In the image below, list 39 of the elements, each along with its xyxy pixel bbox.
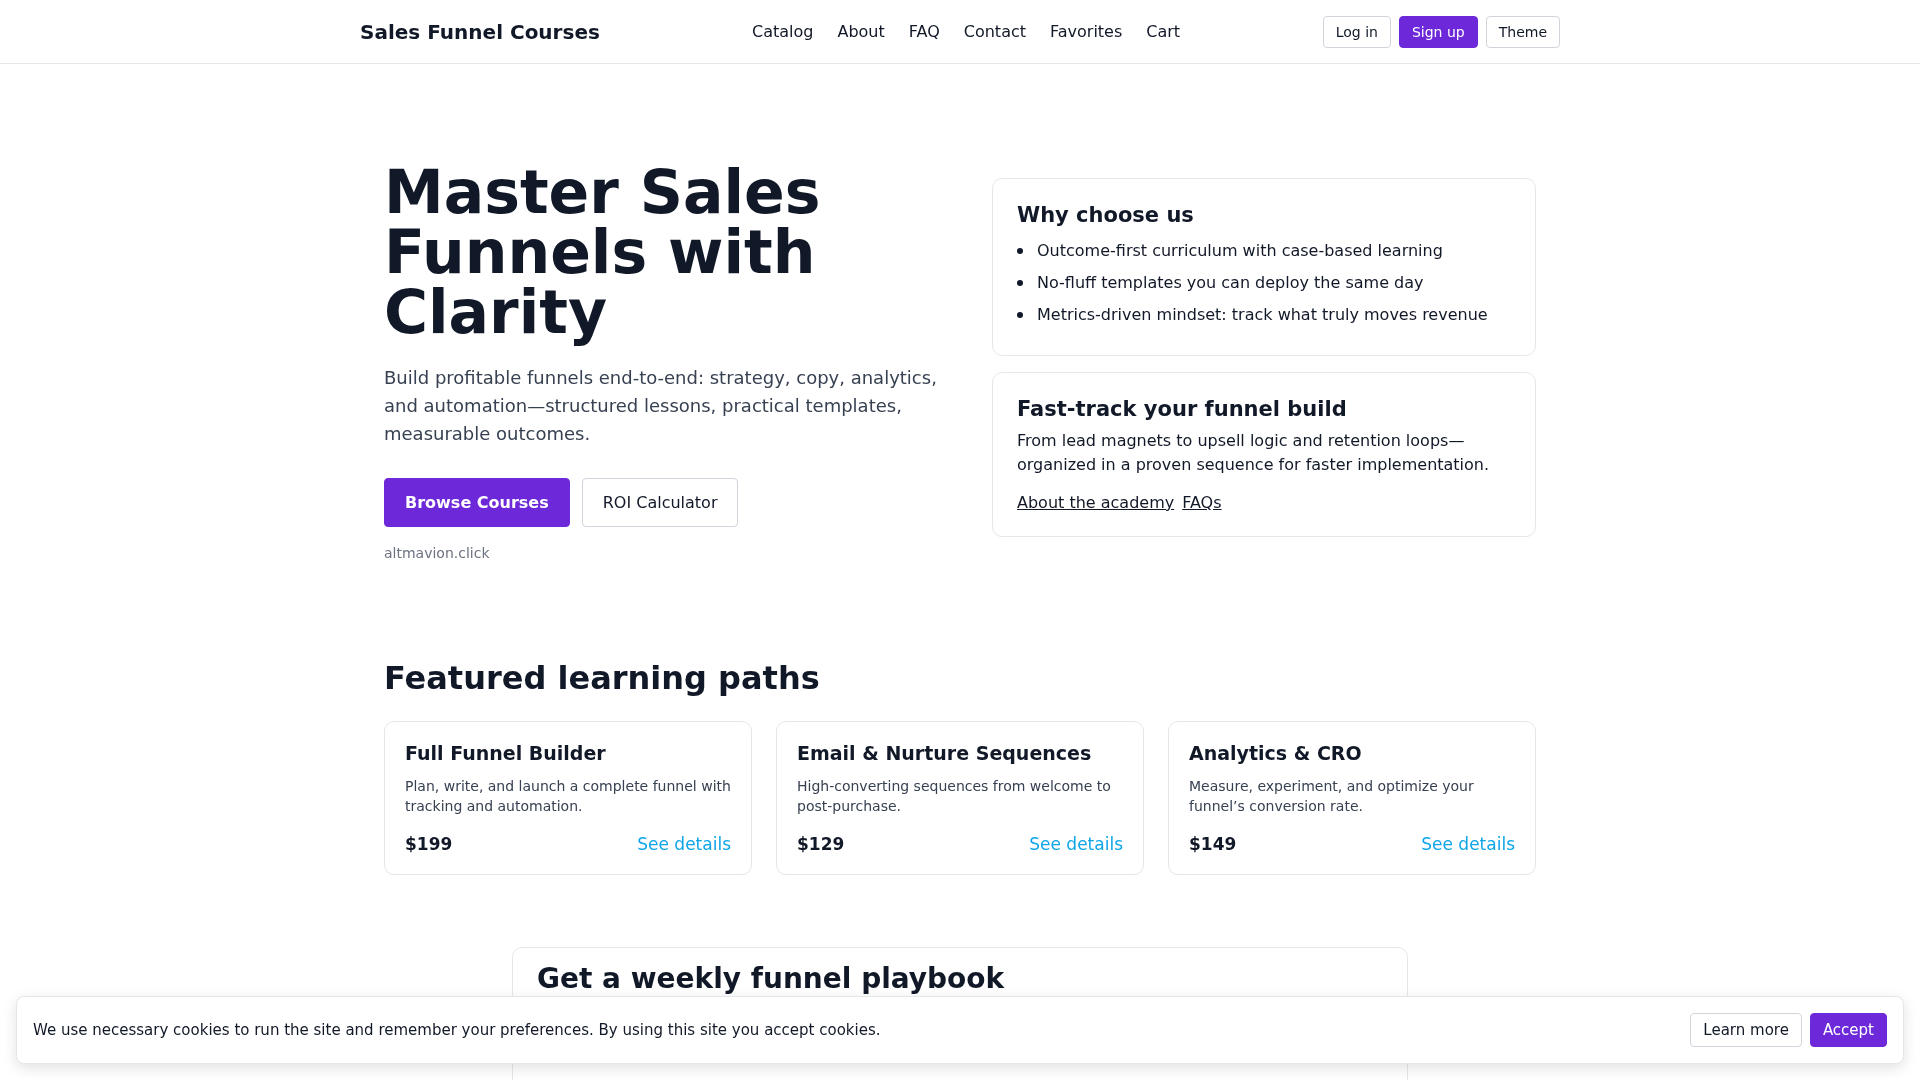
nav-link[interactable]: Contact — [963, 22, 1026, 41]
course-description: Measure, experiment, and optimize your funnel’s conversion rate. — [1189, 777, 1475, 816]
bullet-icon — [1017, 248, 1023, 254]
why-point: No-fluff templates you can deploy the same day — [1037, 272, 1424, 294]
course-price: $149 — [1189, 834, 1237, 854]
why-title: Why choose us — [1017, 203, 1195, 227]
course-title: Full Funnel Builder — [405, 742, 607, 764]
bullet-icon — [1017, 312, 1023, 318]
why-point: Metrics-driven mindset: track what truly moves revenue — [1037, 304, 1488, 326]
hero-button[interactable]: Browse Courses — [384, 478, 570, 527]
fasttrack-title: Fast-track your funnel build — [1017, 397, 1348, 421]
text-link[interactable]: About the academy — [1017, 493, 1175, 512]
nav-link[interactable]: Cart — [1146, 22, 1181, 41]
section-title: Featured learning paths — [384, 659, 821, 697]
hero-button[interactable]: ROI Calculator — [581, 478, 739, 527]
bullet-icon — [1017, 280, 1023, 286]
header-button[interactable]: Theme — [1485, 15, 1560, 48]
why-point: Outcome-first curriculum with case-based learning — [1037, 240, 1443, 262]
newsletter-title: Get a weekly funnel playbook — [537, 962, 1006, 995]
header-button[interactable]: Log in — [1322, 15, 1391, 48]
course-title: Analytics & CRO — [1189, 742, 1363, 764]
course-price: $129 — [797, 834, 845, 854]
course-price: $199 — [405, 834, 453, 854]
cookie-text: We use necessary cookies to run the site and remember your preferences. By using this site you accept cookies. — [33, 1021, 881, 1039]
fasttrack-text: From lead magnets to upsell logic and retention loops—organized in a proven sequence for faster implementation. — [1017, 430, 1491, 476]
nav-link[interactable]: About — [837, 22, 885, 41]
text-link[interactable]: FAQs — [1182, 493, 1222, 512]
header-button[interactable]: Sign up — [1398, 15, 1478, 48]
hero-lead: Build profitable funnels end-to-end: strategy, copy, analytics, and automation—structured lessons, practical templates, measurable outcomes. — [384, 366, 938, 446]
domain-text: altmavion.click — [384, 545, 491, 561]
nav-link[interactable]: FAQ — [908, 22, 940, 41]
nav-link[interactable]: Catalog — [752, 22, 814, 41]
cookie-button[interactable]: Accept — [1809, 1013, 1887, 1047]
course-title: Email & Nurture Sequences — [797, 742, 1093, 764]
site-brand[interactable]: Sales Funnel Courses — [360, 19, 752, 44]
course-description: High-converting sequences from welcome to post-purchase. — [797, 777, 1112, 816]
cookie-button[interactable]: Learn more — [1690, 1013, 1802, 1047]
course-description: Plan, write, and launch a complete funnel with tracking and automation. — [405, 777, 731, 816]
nav-link[interactable]: Favorites — [1050, 22, 1123, 41]
